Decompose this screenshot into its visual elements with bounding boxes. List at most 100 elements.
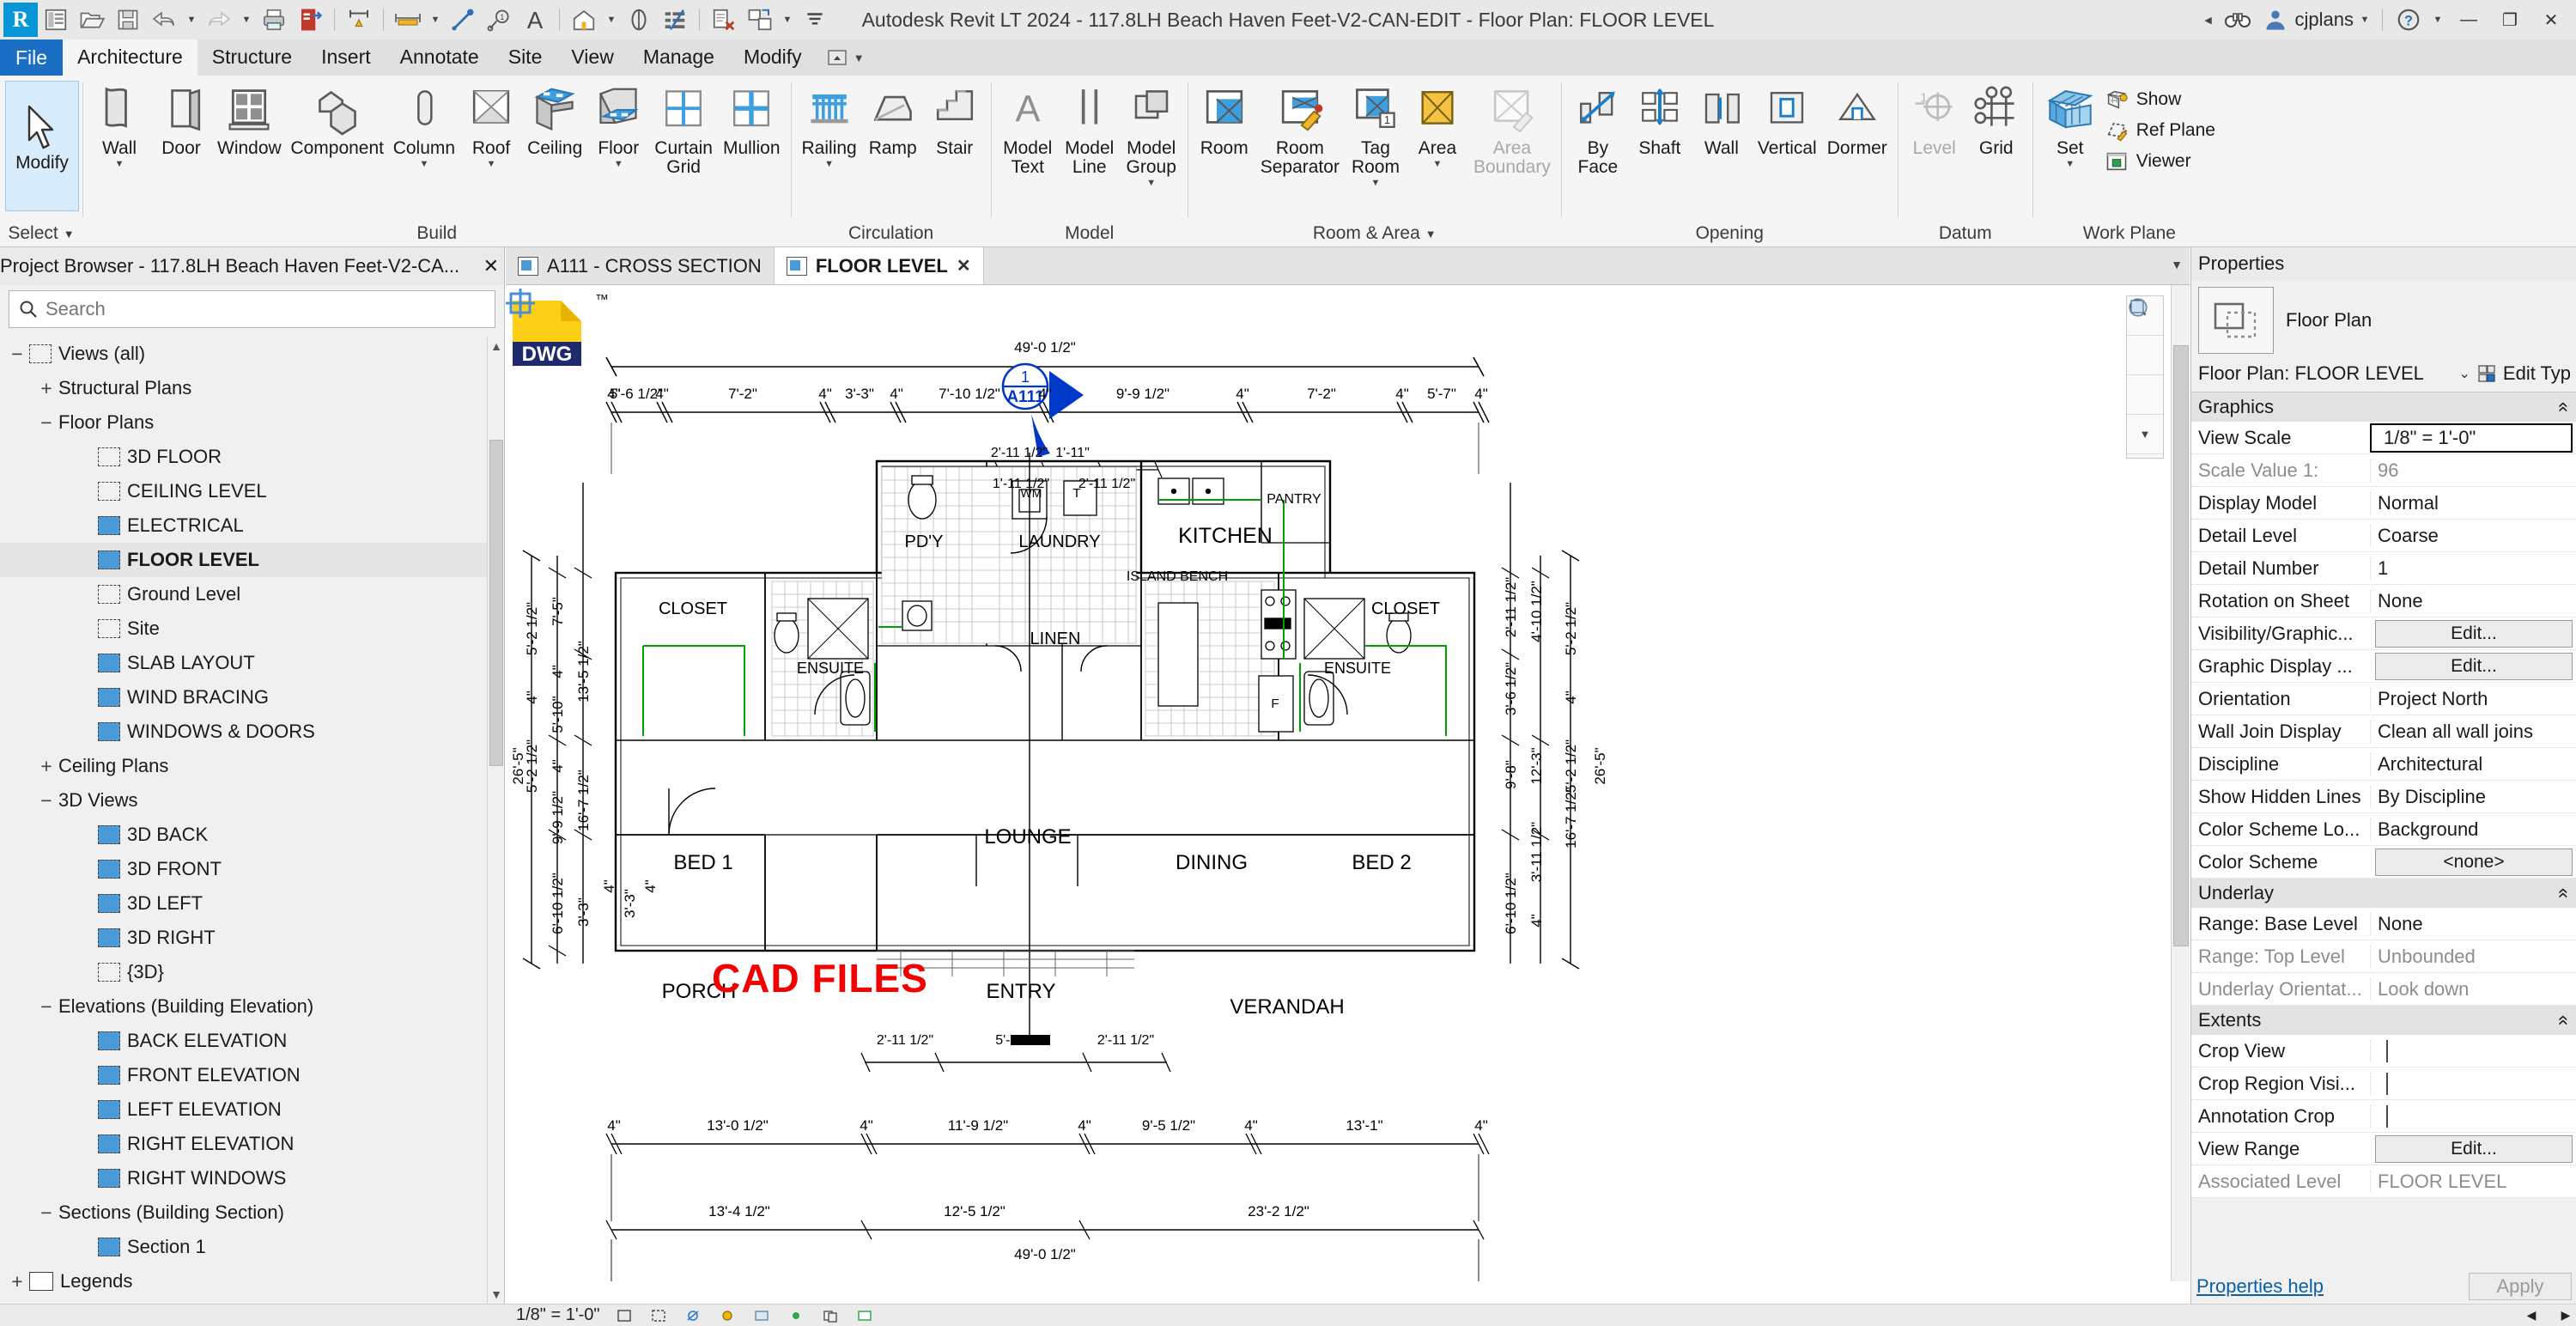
property-value[interactable]: 1/8" = 1'-0" [2370,423,2573,453]
search-input[interactable] [46,298,486,320]
properties-section-extents[interactable]: Extents « [2191,1006,2576,1035]
room-area-dialog-launcher-icon[interactable]: ▼ [1425,228,1437,240]
view-tab-close-icon[interactable]: ✕ [957,255,971,277]
ribbon-tab-manage[interactable]: Manage [629,40,729,76]
ribbon-tab-architecture[interactable]: Architecture [63,40,197,76]
column-dropdown-icon[interactable]: ▼ [419,160,428,169]
dimension-dropdown-icon[interactable]: ▼ [426,3,445,37]
navigation-bar[interactable]: ▼ [2126,295,2164,459]
tree-item-front-elevation[interactable]: FRONT ELEVATION [0,1058,488,1092]
zoom-dropdown-icon[interactable] [2127,299,2163,375]
model-group-button[interactable]: Model Group ▼ [1121,81,1182,190]
hide-crop-icon[interactable] [648,1307,669,1324]
tree-expander-icon[interactable]: − [34,411,58,435]
redo-icon[interactable] [201,3,237,37]
project-browser-close-icon[interactable]: ✕ [483,255,499,277]
ribbon-tab-site[interactable]: Site [494,40,557,76]
property-edit-button[interactable]: Edit... [2375,652,2573,680]
dimension-icon[interactable] [390,3,426,37]
tree-item-views-all[interactable]: − Views (all) [0,337,488,371]
print-icon[interactable] [256,3,292,37]
tree-item-windows-doors[interactable]: WINDOWS & DOORS [0,715,488,749]
stair-button[interactable]: Stair [924,81,986,160]
tree-item-ground-level[interactable]: Ground Level [0,577,488,611]
user-avatar-icon[interactable] [2257,3,2293,37]
help-icon[interactable]: ? [2391,3,2427,37]
tree-expander-icon[interactable]: − [34,789,58,812]
tree-item-3d-front[interactable]: 3D FRONT [0,852,488,886]
tag-room-button[interactable]: 1 Tag Room ▼ [1345,81,1406,190]
apply-button[interactable]: Apply [2469,1273,2572,1300]
tree-item-ceiling-level[interactable]: CEILING LEVEL [0,474,488,508]
measure-icon[interactable] [341,3,377,37]
tag-icon[interactable] [445,3,481,37]
column-button[interactable]: Column ▼ [388,81,460,171]
property-checkbox[interactable] [2386,1039,2388,1062]
area-dropdown-icon[interactable]: ▼ [1433,160,1443,169]
thin-lines-icon[interactable] [657,3,693,37]
restore-button[interactable]: ❐ [2490,0,2530,40]
model-text-button[interactable]: A Model Text [997,81,1059,179]
canvas-scroll-thumb[interactable] [2173,345,2189,946]
tree-expander-icon[interactable]: + [34,755,58,778]
property-checkbox[interactable] [2386,1104,2388,1128]
curtain-grid-button[interactable]: Curtain Grid [649,81,718,179]
set-work-plane-button[interactable]: Set ▼ [2038,81,2102,171]
ribbon-group-title-select[interactable]: Select ▼ [5,221,77,246]
room-separator-button[interactable]: Room Separator [1255,81,1345,179]
modify-button[interactable]: Modify [5,81,79,211]
wall-dropdown-icon[interactable]: ▼ [115,160,125,169]
section-collapse-icon[interactable]: « [2553,888,2575,898]
area-button[interactable]: Area ▼ [1406,81,1468,171]
tree-item-3d-left[interactable]: 3D LEFT [0,886,488,921]
roof-button[interactable]: Roof ▼ [460,81,522,171]
mullion-button[interactable]: Mullion [718,81,786,160]
customize-qat-icon[interactable] [797,3,833,37]
ribbon-tab-modify[interactable]: Modify [729,40,817,76]
railing-button[interactable]: Railing ▼ [797,81,862,171]
minimize-button[interactable]: — [2449,0,2488,40]
tag-room-dropdown-icon[interactable]: ▼ [1371,179,1381,188]
tree-item-3d-right[interactable]: 3D RIGHT [0,921,488,955]
status-scroll-right-icon[interactable]: ▶ [2555,1307,2576,1324]
canvas-vertical-scrollbar[interactable] [2171,285,2190,1281]
tree-item-slab-layout[interactable]: SLAB LAYOUT [0,646,488,680]
area-boundary-button[interactable]: Area Boundary [1468,81,1556,179]
ribbon-tab-insert[interactable]: Insert [307,40,386,76]
ribbon-tab-view[interactable]: View [556,40,628,76]
by-face-button[interactable]: By Face [1567,81,1629,179]
tree-expander-icon[interactable]: − [34,995,58,1019]
quick-access-toolbar[interactable]: R ▼ ▼ ▼ 1 A ▼ ▼ [0,3,833,37]
room-button[interactable]: Room [1194,81,1255,160]
home-panel-icon[interactable] [38,3,74,37]
keynote-icon[interactable]: 1 [481,3,517,37]
properties-help-link[interactable]: Properties help [2196,1275,2324,1298]
highlight-displacement-icon[interactable] [820,1307,841,1324]
tree-item-site[interactable]: Site [0,611,488,646]
default-3d-dropdown-icon[interactable]: ▼ [602,3,621,37]
tree-item-elevations-building-elevation[interactable]: − Elevations (Building Elevation) [0,989,488,1024]
reveal-constraints-icon[interactable] [854,1307,875,1324]
search-binoculars-icon[interactable] [2220,3,2256,37]
tree-item-structural-plans[interactable]: + Structural Plans [0,371,488,405]
text-icon[interactable]: A [517,3,553,37]
tree-item-legends[interactable]: + Legends [0,1264,488,1299]
switch-windows-dropdown-icon[interactable]: ▼ [778,3,797,37]
tree-item-ceiling-plans[interactable]: + Ceiling Plans [0,749,488,783]
drawing-canvas[interactable]: 1 A111 49'-0 1/2" 4" 5'-6 1/2" 4" 7'-2" … [506,285,2190,1304]
infocenter-expand-icon[interactable]: ◀ [2199,3,2218,37]
tree-item-sections-building-section[interactable]: − Sections (Building Section) [0,1195,488,1230]
section-collapse-icon[interactable]: « [2553,402,2575,412]
close-hidden-icon[interactable] [706,3,742,37]
select-dropdown-icon[interactable]: ▼ [64,228,75,240]
property-edit-button[interactable]: <none> [2375,848,2573,876]
tree-item-section-1[interactable]: Section 1 [0,1230,488,1264]
tree-item-3d-back[interactable]: 3D BACK [0,818,488,852]
property-checkbox[interactable] [2386,1072,2388,1095]
temp-view-icon[interactable] [751,1307,772,1324]
save-icon[interactable] [110,3,146,37]
tree-item-3d[interactable]: {3D} [0,955,488,989]
door-button[interactable]: Door [150,81,212,160]
user-menu-dropdown-icon[interactable]: ▼ [2355,3,2374,37]
show-work-plane-button[interactable]: Show [2102,84,2221,115]
